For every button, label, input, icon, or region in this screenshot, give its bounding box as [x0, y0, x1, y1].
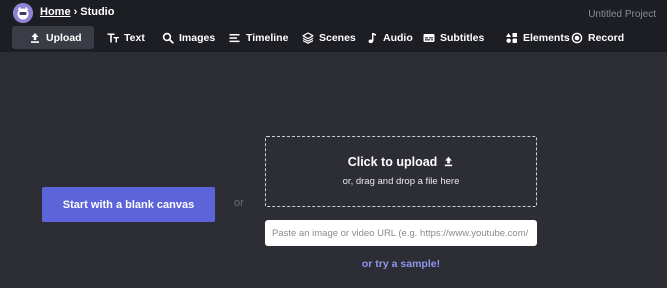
- tab-timeline[interactable]: Timeline: [229, 26, 288, 49]
- tab-record[interactable]: Record: [571, 26, 624, 49]
- tab-label: Elements: [523, 31, 570, 44]
- tab-scenes[interactable]: Scenes: [302, 26, 356, 49]
- or-divider-label: or: [234, 197, 244, 209]
- breadcrumb-current: Studio: [80, 6, 115, 18]
- project-title[interactable]: Untitled Project: [588, 9, 656, 20]
- tab-label: Subtitles: [440, 31, 485, 44]
- elements-icon: [506, 32, 518, 44]
- tab-label: Record: [588, 31, 625, 44]
- top-bar: Home › Studio Untitled Project Upload Text…: [0, 0, 667, 52]
- upload-icon: [29, 32, 41, 44]
- tab-label: Text: [124, 31, 145, 44]
- record-icon: [571, 32, 583, 44]
- layers-icon: [302, 31, 314, 44]
- tab-label: Images: [179, 31, 216, 44]
- text-icon: [107, 32, 119, 44]
- blank-canvas-button[interactable]: Start with a blank canvas: [42, 187, 215, 222]
- tab-audio[interactable]: Audio: [366, 26, 413, 49]
- tab-elements[interactable]: Elements: [506, 26, 570, 49]
- search-icon: [162, 32, 174, 44]
- tab-upload[interactable]: Upload: [12, 26, 94, 49]
- breadcrumb: Home › Studio: [40, 6, 114, 18]
- dropzone-title: Click to upload: [347, 155, 438, 169]
- subtitles-icon: [423, 32, 435, 44]
- breadcrumb-home-link[interactable]: Home: [40, 6, 71, 18]
- music-note-icon: [366, 32, 378, 44]
- tab-label: Timeline: [246, 31, 289, 44]
- media-url-input[interactable]: [265, 220, 537, 246]
- tab-text[interactable]: Text: [107, 26, 145, 49]
- dropzone-title-row: Click to upload: [266, 155, 536, 170]
- timeline-icon: [229, 32, 241, 44]
- tab-label: Scenes: [319, 31, 356, 44]
- dropzone-subtitle: or, drag and drop a file here: [342, 176, 460, 187]
- tab-label: Audio: [383, 31, 413, 44]
- avatar[interactable]: [13, 3, 33, 23]
- tab-label: Upload: [46, 31, 82, 44]
- breadcrumb-separator: ›: [73, 6, 78, 18]
- tab-subtitles[interactable]: Subtitles: [423, 26, 484, 49]
- upload-icon: [443, 156, 454, 170]
- user-avatar-icon: [13, 3, 33, 23]
- try-sample-link[interactable]: or try a sample!: [265, 258, 537, 270]
- upload-dropzone[interactable]: Click to upload or, drag and drop a file…: [265, 136, 537, 207]
- tab-images[interactable]: Images: [162, 26, 215, 49]
